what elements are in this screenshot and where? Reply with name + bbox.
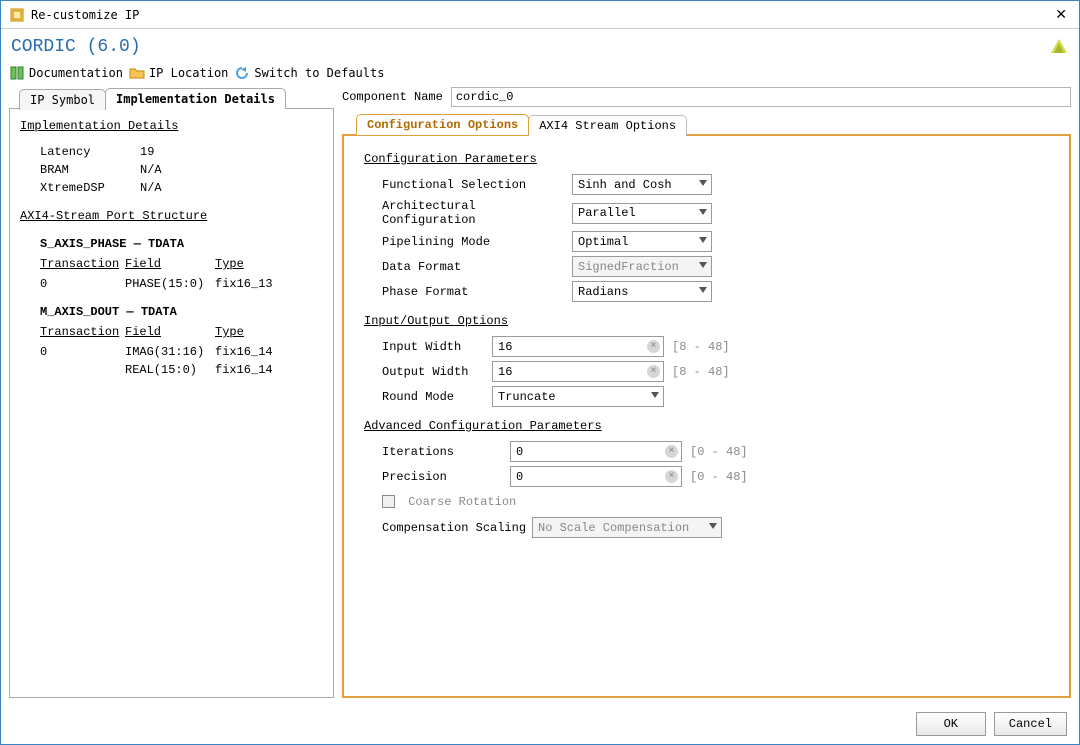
content-area: IP Symbol Implementation Details Impleme… [1, 87, 1079, 706]
chevron-down-icon [709, 523, 717, 529]
pipelining-mode-select[interactable]: Optimal [572, 231, 712, 252]
chevron-down-icon [699, 237, 707, 243]
input-width-label: Input Width [382, 340, 492, 354]
chevron-down-icon [699, 180, 707, 186]
output-width-label: Output Width [382, 365, 492, 379]
iterations-label: Iterations [382, 445, 510, 459]
impl-details-heading: Implementation Details [20, 119, 323, 133]
impl-row-bram: BRAMN/A [40, 163, 323, 177]
data-format-label: Data Format [382, 260, 572, 274]
switch-defaults-link[interactable]: Switch to Defaults [234, 65, 384, 81]
close-icon[interactable]: ✕ [1051, 6, 1071, 23]
port-table-0: TransactionFieldType 0PHASE(15:0)fix16_1… [40, 257, 323, 291]
advanced-params-group: Advanced Configuration Parameters Iterat… [364, 419, 1049, 538]
clear-icon[interactable]: × [647, 365, 660, 378]
toolbar: Documentation IP Location Switch to Defa… [1, 61, 1079, 87]
ip-location-link[interactable]: IP Location [129, 65, 228, 81]
configuration-options-panel: Configuration Parameters Functional Sele… [342, 134, 1071, 698]
right-panel: Component Name Configuration Options AXI… [342, 87, 1071, 698]
functional-selection-label: Functional Selection [382, 178, 572, 192]
coarse-rotation-row: Coarse Rotation [382, 495, 1049, 509]
coarse-rotation-label: Coarse Rotation [408, 495, 516, 509]
config-tabs: Configuration Options AXI4 Stream Option… [356, 113, 1071, 134]
chevron-down-icon [699, 209, 707, 215]
clear-icon[interactable]: × [647, 340, 660, 353]
port-title-0: S_AXIS_PHASE — TDATA [40, 237, 323, 251]
left-tabs: IP Symbol Implementation Details [19, 87, 334, 108]
phase-format-label: Phase Format [382, 285, 572, 299]
clear-icon[interactable]: × [665, 445, 678, 458]
recustomize-ip-window: Re-customize IP ✕ CORDIC (6.0) Documenta… [0, 0, 1080, 745]
folder-icon [129, 65, 145, 81]
ip-block-icon [9, 7, 25, 23]
book-icon [9, 65, 25, 81]
output-width-hint: [8 - 48] [672, 365, 730, 379]
impl-row-xtremedsp: XtremeDSPN/A [40, 181, 323, 195]
chevron-down-icon [699, 262, 707, 268]
component-name-input[interactable] [451, 87, 1071, 107]
precision-hint: [0 - 48] [690, 470, 748, 484]
ip-title: CORDIC (6.0) [11, 37, 141, 57]
config-params-group: Configuration Parameters Functional Sele… [364, 152, 1049, 302]
left-panel: IP Symbol Implementation Details Impleme… [9, 87, 334, 698]
axi-structure-heading: AXI4-Stream Port Structure [20, 209, 323, 223]
tab-axi4-stream-options[interactable]: AXI4 Stream Options [528, 115, 687, 136]
input-width-hint: [8 - 48] [672, 340, 730, 354]
tab-impl-details-label: Implementation Details [116, 92, 275, 106]
tab-configuration-options[interactable]: Configuration Options [356, 114, 529, 135]
tab-implementation-details[interactable]: Implementation Details [105, 88, 286, 109]
table-row: REAL(15:0)fix16_14 [40, 363, 323, 377]
data-format-select: SignedFraction [572, 256, 712, 277]
ip-header: CORDIC (6.0) [1, 29, 1079, 61]
refresh-icon [234, 65, 250, 81]
config-params-heading: Configuration Parameters [364, 152, 1049, 166]
precision-label: Precision [382, 470, 510, 484]
clear-icon[interactable]: × [665, 470, 678, 483]
impl-row-latency: Latency19 [40, 145, 323, 159]
titlebar: Re-customize IP ✕ [1, 1, 1079, 29]
cancel-button[interactable]: Cancel [994, 712, 1067, 736]
iterations-hint: [0 - 48] [690, 445, 748, 459]
component-name-label: Component Name [342, 90, 443, 104]
round-mode-label: Round Mode [382, 390, 492, 404]
iterations-input[interactable] [510, 441, 682, 462]
functional-selection-select[interactable]: Sinh and Cosh [572, 174, 712, 195]
table-row: 0IMAG(31:16)fix16_14 [40, 345, 323, 359]
documentation-link[interactable]: Documentation [9, 65, 123, 81]
output-width-input[interactable] [492, 361, 664, 382]
port-table-1: TransactionFieldType 0IMAG(31:16)fix16_1… [40, 325, 323, 377]
advanced-params-heading: Advanced Configuration Parameters [364, 419, 1049, 433]
round-mode-select[interactable]: Truncate [492, 386, 664, 407]
vendor-logo-icon [1049, 37, 1069, 57]
io-options-group: Input/Output Options Input Width × [8 - … [364, 314, 1049, 407]
arch-config-select[interactable]: Parallel [572, 203, 712, 224]
compensation-scaling-select: No Scale Compensation [532, 517, 722, 538]
precision-input[interactable] [510, 466, 682, 487]
tab-ip-symbol[interactable]: IP Symbol [19, 89, 106, 110]
dialog-footer: OK Cancel [1, 706, 1079, 744]
ip-location-label: IP Location [149, 66, 228, 80]
switch-defaults-label: Switch to Defaults [254, 66, 384, 80]
io-options-heading: Input/Output Options [364, 314, 1049, 328]
coarse-rotation-checkbox [382, 495, 395, 508]
phase-format-select[interactable]: Radians [572, 281, 712, 302]
table-row: 0PHASE(15:0)fix16_13 [40, 277, 323, 291]
arch-config-label: Architectural Configuration [382, 199, 572, 227]
compensation-scaling-label: Compensation Scaling [382, 521, 532, 535]
chevron-down-icon [699, 287, 707, 293]
implementation-details-panel: Implementation Details Latency19 BRAMN/A… [9, 108, 334, 698]
input-width-input[interactable] [492, 336, 664, 357]
pipelining-mode-label: Pipelining Mode [382, 235, 572, 249]
component-name-row: Component Name [342, 87, 1071, 107]
window-title: Re-customize IP [31, 8, 139, 22]
ok-button[interactable]: OK [916, 712, 986, 736]
tab-ip-symbol-label: IP Symbol [30, 93, 95, 107]
port-title-1: M_AXIS_DOUT — TDATA [40, 305, 323, 319]
chevron-down-icon [651, 392, 659, 398]
documentation-label: Documentation [29, 66, 123, 80]
